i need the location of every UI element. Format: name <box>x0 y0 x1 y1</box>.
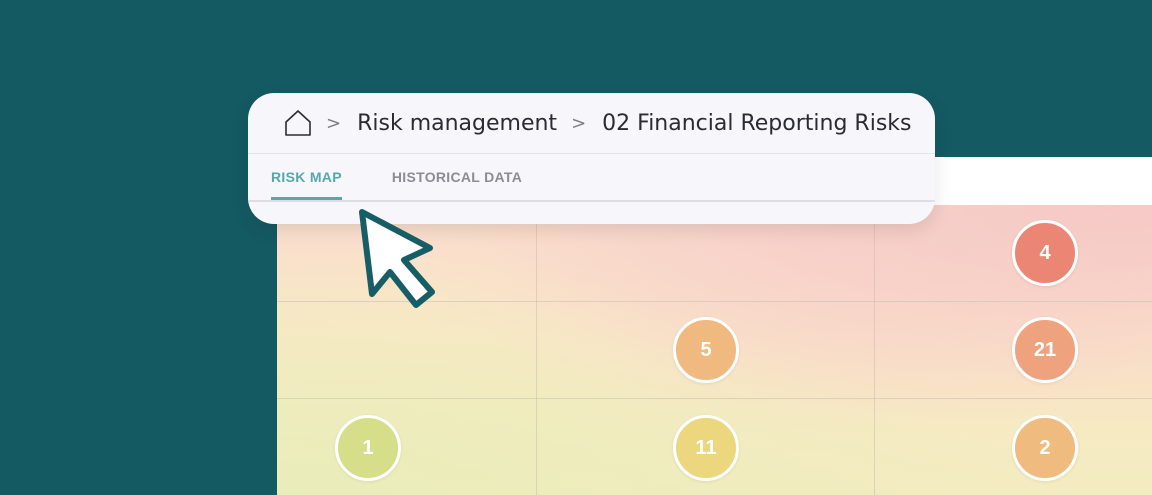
tab-historical-data[interactable]: HISTORICAL DATA <box>392 154 522 200</box>
grid-col-divider <box>536 205 537 495</box>
risk-dot-4[interactable]: 4 <box>1012 220 1078 286</box>
risk-dot-5[interactable]: 5 <box>673 317 739 383</box>
tab-risk-map[interactable]: RISK MAP <box>271 154 342 200</box>
risk-dot-2[interactable]: 2 <box>1012 415 1078 481</box>
tab-bar-underline <box>248 200 935 202</box>
risk-dot-11[interactable]: 11 <box>673 415 739 481</box>
breadcrumb: > Risk management > 02 Financial Reporti… <box>284 105 911 141</box>
breadcrumb-separator: > <box>326 112 342 134</box>
tab-bar: RISK MAP HISTORICAL DATA <box>271 154 572 200</box>
risk-dot-21[interactable]: 21 <box>1012 317 1078 383</box>
grid-col-divider <box>874 205 875 495</box>
risk-dot-1[interactable]: 1 <box>335 415 401 481</box>
grid-row-divider <box>277 398 1152 399</box>
breadcrumb-separator: > <box>571 112 587 134</box>
app-stage: 4 5 21 1 11 2 > Risk management > 02 Financia… <box>0 0 1152 495</box>
pointer-cursor-icon <box>354 204 444 314</box>
home-icon[interactable] <box>284 109 312 137</box>
breadcrumb-item-current: 02 Financial Reporting Risks <box>602 110 912 136</box>
breadcrumb-card: > Risk management > 02 Financial Reporti… <box>248 93 935 224</box>
breadcrumb-item-risk-management[interactable]: Risk management <box>357 111 557 136</box>
